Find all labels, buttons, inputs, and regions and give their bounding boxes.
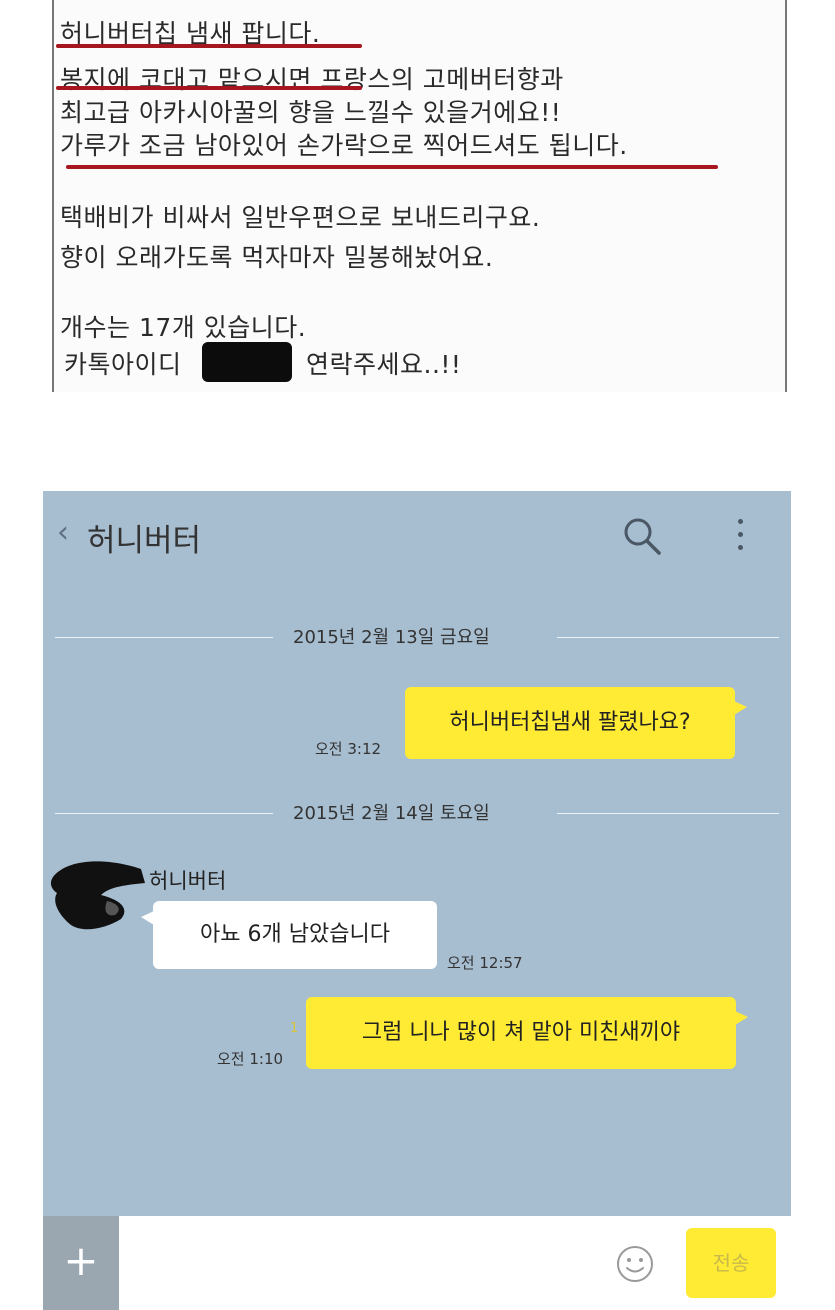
post-line-2: 봉지에 코대고 맡으시면 프랑스의 고메버터향과 xyxy=(60,65,564,94)
date-label: 2015년 2월 14일 토요일 xyxy=(293,803,490,824)
post-line-5: 택배비가 비싸서 일반우편으로 보내드리구요. xyxy=(60,203,541,232)
underline-3 xyxy=(66,165,718,169)
other-message-bubble[interactable]: 아뇨 6개 남았습니다 xyxy=(141,901,437,969)
send-button[interactable]: 전송 xyxy=(686,1228,776,1298)
unread-count: 1 xyxy=(290,1021,299,1036)
post-line-4: 가루가 조금 남아있어 손가락으로 찍어드셔도 됩니다. xyxy=(60,131,628,160)
underline-2 xyxy=(56,86,362,90)
post-line-7: 개수는 17개 있습니다. xyxy=(60,313,307,342)
date-separator: 2015년 2월 14일 토요일 xyxy=(43,799,791,829)
message-input[interactable] xyxy=(129,1226,603,1300)
back-icon[interactable]: ‹ xyxy=(57,515,69,550)
chat-title: 허니버터 xyxy=(87,523,202,559)
my-message-bubble[interactable]: 허니버터칩냄새 팔렸나요? xyxy=(405,687,747,759)
date-separator: 2015년 2월 13일 금요일 xyxy=(43,623,791,653)
chat-header: ‹ 허니버터 xyxy=(43,491,791,583)
search-icon[interactable] xyxy=(621,515,663,557)
post-line-3: 최고급 아카시아꿀의 향을 느낄수 있을거에요!! xyxy=(60,98,562,127)
message-time: 오전 12:57 xyxy=(447,954,523,972)
post-line-9: 연락주세요..!! xyxy=(306,350,462,379)
post-line-6: 향이 오래가도록 먹자마자 밀봉해놨어요. xyxy=(60,243,494,272)
post-line-8: 카톡아이디 xyxy=(64,350,182,379)
redacted-id xyxy=(202,342,292,382)
emoji-icon[interactable] xyxy=(615,1244,655,1284)
message-time: 오전 3:12 xyxy=(315,740,382,758)
input-bar: + 전송 xyxy=(43,1216,791,1310)
date-label: 2015년 2월 13일 금요일 xyxy=(293,627,490,648)
underline-1 xyxy=(56,44,362,48)
sender-name: 허니버터 xyxy=(149,869,227,893)
add-attachment-button[interactable]: + xyxy=(43,1216,119,1310)
my-message-bubble[interactable]: 그럼 니나 많이 쳐 맡아 미친새끼야 xyxy=(306,997,748,1069)
avatar[interactable] xyxy=(47,855,149,937)
chat-window: ‹ 허니버터 2015년 2월 13일 금요일 오전 3:12 허니버터칩냄새 … xyxy=(43,491,791,1310)
more-options-icon[interactable] xyxy=(725,515,755,555)
post-image: 허니버터칩 냄새 팝니다. 봉지에 코대고 맡으시면 프랑스의 고메버터향과 최… xyxy=(52,0,787,392)
message-time: 오전 1:10 xyxy=(217,1050,284,1068)
